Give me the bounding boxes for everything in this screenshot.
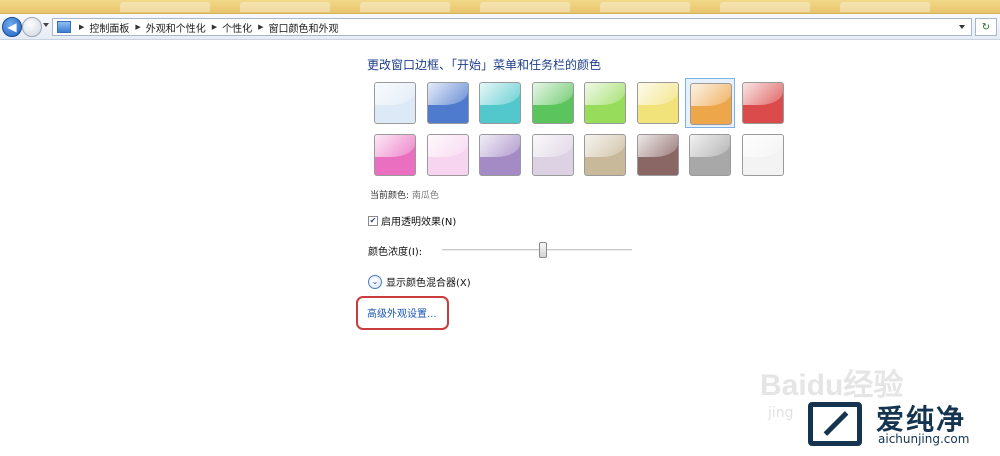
color-swatch-violet[interactable]: [475, 130, 525, 180]
aichunjing-logo-icon: [808, 402, 862, 446]
transparency-checkbox[interactable]: ✔: [368, 215, 378, 226]
tab[interactable]: [120, 2, 210, 12]
color-swatch-pumpkin[interactable]: [685, 78, 735, 128]
tab[interactable]: [240, 2, 330, 12]
breadcrumb-separator-icon[interactable]: ▶: [212, 23, 217, 31]
breadcrumb-personalization[interactable]: 个性化: [222, 20, 252, 35]
color-swatch-fill[interactable]: [689, 134, 731, 176]
color-swatch-fill[interactable]: [741, 134, 784, 176]
navigation-bar: ◀ ▶ 控制面板 ▶ 外观和个性化 ▶ 个性化 ▶ 窗口颜色和外观 ↻: [0, 14, 1000, 40]
transparency-option[interactable]: ✔ 启用透明效果(N): [368, 213, 456, 228]
color-swatch-leaf[interactable]: [528, 78, 578, 128]
color-swatch-chocolate[interactable]: [633, 130, 683, 180]
tab[interactable]: [480, 2, 570, 12]
breadcrumb-separator-icon[interactable]: ▶: [79, 23, 84, 31]
window-color-and-appearance-window: ◀ ▶ 控制面板 ▶ 外观和个性化 ▶ 个性化 ▶ 窗口颜色和外观 ↻ 更改窗口…: [0, 0, 1000, 456]
address-bar[interactable]: ▶ 控制面板 ▶ 外观和个性化 ▶ 个性化 ▶ 窗口颜色和外观: [52, 18, 972, 36]
color-swatch-fill[interactable]: [584, 134, 626, 176]
tab[interactable]: [720, 2, 810, 12]
back-button[interactable]: ◀: [2, 17, 22, 37]
browser-tab-strip: [0, 0, 1000, 14]
color-mixer-label[interactable]: 显示颜色混合器(X): [386, 274, 471, 289]
refresh-icon: ↻: [981, 21, 991, 33]
color-swatch-lime[interactable]: [580, 78, 630, 128]
color-swatch-frost[interactable]: [738, 130, 788, 180]
current-color-label: 当前颜色:: [370, 191, 410, 201]
color-mixer-toggle[interactable]: ⌄ 显示颜色混合器(X): [368, 274, 471, 289]
expand-chevron-icon[interactable]: ⌄: [368, 274, 382, 289]
color-swatch-ruby[interactable]: [738, 78, 788, 128]
address-history-dropdown-icon[interactable]: [959, 25, 965, 29]
transparency-label[interactable]: 启用透明效果(N): [381, 213, 456, 228]
color-swatch-fill[interactable]: [584, 82, 626, 124]
color-intensity-slider-track[interactable]: [442, 249, 632, 251]
color-swatch-blush[interactable]: [423, 130, 473, 180]
color-swatch-sky[interactable]: [370, 78, 420, 128]
color-swatch-fill[interactable]: [479, 134, 521, 176]
color-swatch-fill[interactable]: [636, 82, 679, 124]
color-swatch-fill[interactable]: [426, 134, 469, 176]
color-swatch-fill[interactable]: [636, 134, 679, 176]
recent-pages-dropdown-icon[interactable]: [43, 23, 49, 27]
color-intensity-label: 颜色浓度(I):: [368, 247, 423, 258]
color-swatch-fuchsia[interactable]: [370, 130, 420, 180]
advanced-appearance-link[interactable]: 高级外观设置...: [367, 305, 437, 320]
current-color-value: 南瓜色: [411, 191, 439, 201]
page-title: 更改窗口边框、「开始」菜单和任务栏的颜色: [367, 58, 602, 72]
breadcrumb-appearance[interactable]: 外观和个性化: [146, 20, 206, 35]
color-swatch-twilight[interactable]: [423, 78, 473, 128]
color-swatch-lavender[interactable]: [528, 130, 578, 180]
color-swatch-taupe[interactable]: [580, 130, 630, 180]
breadcrumb-separator-icon[interactable]: ▶: [258, 23, 263, 31]
color-swatch-fill[interactable]: [426, 82, 469, 124]
color-swatch-fill[interactable]: [741, 82, 784, 124]
tab[interactable]: [360, 2, 450, 12]
tab[interactable]: [840, 2, 930, 12]
refresh-button[interactable]: ↻: [975, 18, 997, 36]
control-panel-icon: [57, 21, 71, 33]
color-swatch-fill[interactable]: [479, 82, 521, 124]
color-swatch-fill[interactable]: [690, 83, 732, 125]
back-arrow-icon: ◀: [7, 20, 17, 34]
color-swatch-fill[interactable]: [531, 82, 574, 124]
breadcrumb-control-panel[interactable]: 控制面板: [89, 20, 129, 35]
tab[interactable]: [600, 2, 690, 12]
color-swatch-slate[interactable]: [685, 130, 735, 180]
color-swatch-fill[interactable]: [374, 82, 416, 124]
breadcrumb-window-color[interactable]: 窗口颜色和外观: [269, 20, 339, 35]
color-intensity-slider-thumb[interactable]: [538, 242, 547, 258]
forward-button[interactable]: [22, 17, 42, 37]
color-swatch-sun[interactable]: [633, 78, 683, 128]
aichunjing-site: aichunjing.com: [878, 432, 970, 446]
color-swatch-fill[interactable]: [531, 134, 574, 176]
current-color-readout: 当前颜色: 南瓜色: [370, 188, 439, 201]
baidu-watermark-sub: jing: [768, 405, 794, 421]
breadcrumb-separator-icon[interactable]: ▶: [135, 23, 140, 31]
color-swatch-sea[interactable]: [475, 78, 525, 128]
color-swatch-fill[interactable]: [374, 134, 416, 176]
